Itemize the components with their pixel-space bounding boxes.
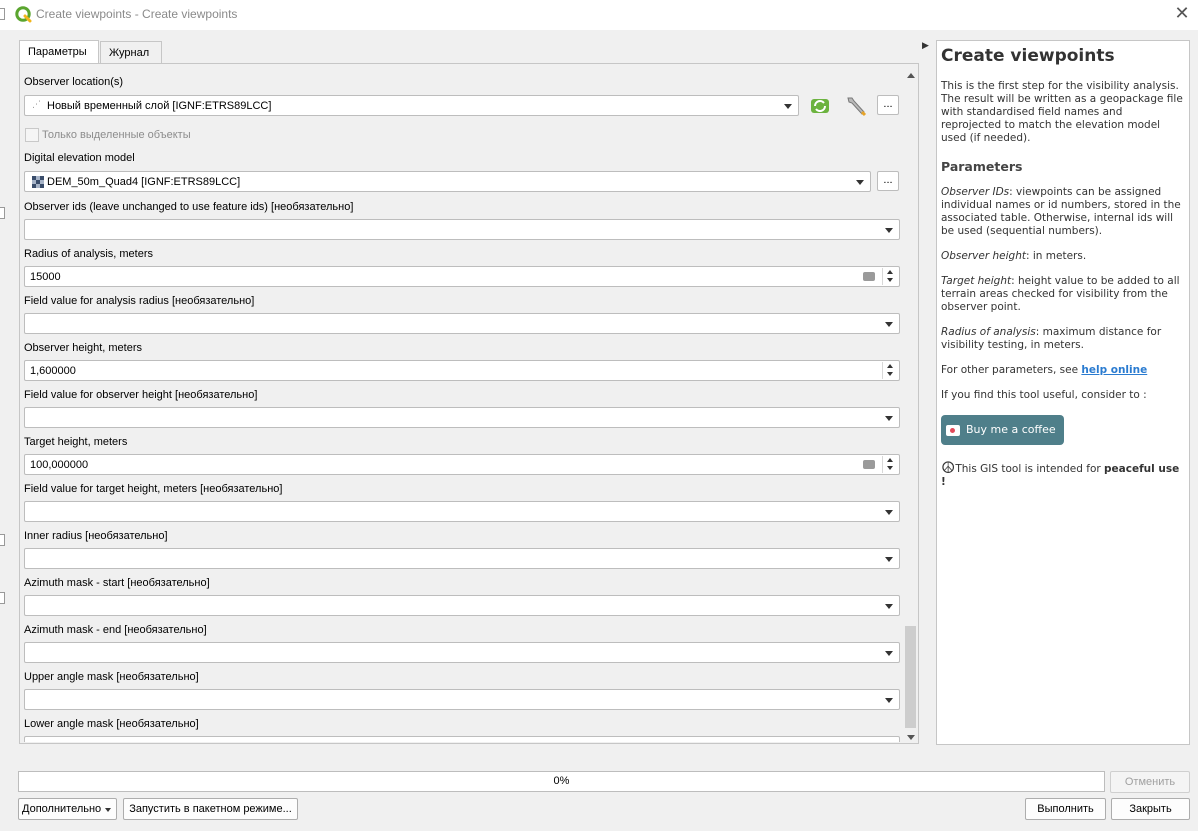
chevron-down-icon bbox=[885, 651, 893, 656]
target-height-spinbox[interactable]: 100,000000 bbox=[24, 454, 900, 475]
help-target-height: Target height: height value to be added … bbox=[941, 275, 1180, 313]
chevron-down-icon bbox=[885, 416, 893, 421]
observer-location-label: Observer location(s) bbox=[24, 76, 124, 88]
help-other: For other parameters, see help online bbox=[941, 364, 1148, 376]
observer-height-spinbox[interactable]: 1,600000 bbox=[24, 360, 900, 381]
spin-arrows-icon[interactable] bbox=[882, 268, 897, 285]
run-button[interactable]: Выполнить bbox=[1025, 798, 1106, 820]
azimuth-end-label: Azimuth mask - end [необязательно] bbox=[24, 624, 207, 636]
target-height-field-combo[interactable] bbox=[24, 501, 900, 522]
upper-angle-combo[interactable] bbox=[24, 689, 900, 710]
run-batch-button[interactable]: Запустить в пакетном режиме... bbox=[123, 798, 298, 820]
chevron-down-icon bbox=[856, 180, 864, 185]
dem-browse-button[interactable]: ... bbox=[877, 171, 899, 191]
coffee-cup-icon bbox=[946, 424, 960, 436]
chevron-down-icon bbox=[885, 322, 893, 327]
lower-angle-label: Lower angle mask [необязательно] bbox=[24, 718, 199, 730]
target-height-value: 100,000000 bbox=[30, 459, 89, 471]
tab-log[interactable]: Журнал bbox=[100, 41, 162, 63]
help-panel: Create viewpoints This is the first step… bbox=[936, 40, 1190, 745]
help-title: Create viewpoints bbox=[941, 46, 1115, 66]
help-observer-height: Observer height: in meters. bbox=[941, 250, 1087, 262]
chevron-down-icon bbox=[885, 604, 893, 609]
target-height-field-label: Field value for target height, meters [н… bbox=[24, 483, 283, 495]
point-layer-icon: ⋰ bbox=[32, 99, 41, 109]
dem-combo[interactable]: DEM_50m_Quad4 [IGNF:ETRS89LCC] bbox=[24, 171, 871, 192]
observer-location-combo[interactable]: ⋰ Новый временный слой [IGNF:ETRS89LCC] bbox=[24, 95, 799, 116]
advanced-button[interactable]: Дополнительно bbox=[18, 798, 117, 820]
azimuth-start-combo[interactable] bbox=[24, 595, 900, 616]
buy-coffee-button[interactable]: Buy me a coffee bbox=[941, 415, 1064, 445]
background-window-edge bbox=[0, 592, 5, 604]
title-bar: Create viewpoints - Create viewpoints ✕ bbox=[0, 0, 1198, 30]
spin-arrows-icon[interactable] bbox=[882, 362, 897, 379]
observer-height-label: Observer height, meters bbox=[24, 342, 142, 354]
help-useful: If you find this tool useful, consider t… bbox=[941, 389, 1147, 401]
dem-label: Digital elevation model bbox=[24, 152, 135, 164]
peace-icon: ☮ bbox=[941, 458, 956, 477]
selected-only-label: Только выделенные объекты bbox=[42, 129, 191, 141]
scroll-thumb[interactable] bbox=[905, 626, 916, 728]
observer-location-value: Новый временный слой [IGNF:ETRS89LCC] bbox=[47, 100, 272, 112]
cancel-button[interactable]: Отменить bbox=[1110, 771, 1190, 793]
radius-spinbox[interactable]: 15000 bbox=[24, 266, 900, 287]
azimuth-start-label: Azimuth mask - start [необязательно] bbox=[24, 577, 210, 589]
close-window-icon[interactable]: ✕ bbox=[1172, 3, 1192, 23]
chevron-down-icon bbox=[885, 510, 893, 515]
help-radius: Radius of analysis: maximum distance for… bbox=[941, 326, 1162, 351]
dem-value: DEM_50m_Quad4 [IGNF:ETRS89LCC] bbox=[47, 176, 241, 188]
azimuth-end-combo[interactable] bbox=[24, 642, 900, 663]
tab-parameters[interactable]: Параметры bbox=[19, 40, 99, 64]
observer-location-browse-button[interactable]: ... bbox=[877, 95, 899, 115]
background-window-edge bbox=[0, 8, 5, 20]
chevron-down-icon bbox=[885, 698, 893, 703]
scroll-up-icon[interactable] bbox=[907, 73, 915, 78]
observer-ids-label: Observer ids (leave unchanged to use fea… bbox=[24, 201, 354, 213]
observer-height-field-label: Field value for observer height [необяза… bbox=[24, 389, 258, 401]
background-window-edge bbox=[0, 207, 5, 219]
selected-only-checkbox[interactable] bbox=[25, 128, 39, 142]
upper-angle-label: Upper angle mask [необязательно] bbox=[24, 671, 199, 683]
radius-field-label: Field value for analysis radius [необяза… bbox=[24, 295, 255, 307]
observer-height-field-combo[interactable] bbox=[24, 407, 900, 428]
wrench-icon[interactable] bbox=[844, 95, 868, 117]
progress-bar: 0% bbox=[18, 771, 1105, 792]
inner-radius-label: Inner radius [необязательно] bbox=[24, 530, 168, 542]
radius-field-combo[interactable] bbox=[24, 313, 900, 334]
close-button[interactable]: Закрыть bbox=[1111, 798, 1190, 820]
chevron-down-icon bbox=[885, 557, 893, 562]
help-intro: This is the first step for the visibilit… bbox=[941, 80, 1183, 144]
window-title: Create viewpoints - Create viewpoints bbox=[36, 7, 238, 21]
background-window-edge bbox=[0, 534, 5, 546]
observer-ids-combo[interactable] bbox=[24, 219, 900, 240]
chevron-down-icon bbox=[784, 104, 792, 109]
iterate-features-icon[interactable] bbox=[809, 96, 831, 116]
dropdown-arrow-icon bbox=[105, 808, 111, 812]
peace-note: ☮This GIS tool is intended for peaceful … bbox=[941, 458, 1180, 489]
radius-label: Radius of analysis, meters bbox=[24, 248, 153, 260]
spin-arrows-icon[interactable] bbox=[882, 456, 897, 473]
radius-value: 15000 bbox=[30, 271, 61, 283]
clear-icon[interactable] bbox=[863, 460, 875, 469]
inner-radius-combo[interactable] bbox=[24, 548, 900, 569]
observer-height-value: 1,600000 bbox=[30, 365, 76, 377]
parameters-form: Observer location(s) ⋰ Новый временный с… bbox=[23, 70, 903, 742]
chevron-down-icon bbox=[885, 228, 893, 233]
collapse-help-icon[interactable]: ▶ bbox=[922, 40, 929, 51]
clear-icon[interactable] bbox=[863, 272, 875, 281]
scroll-down-icon[interactable] bbox=[907, 735, 915, 740]
qgis-logo-icon bbox=[15, 6, 32, 23]
help-params-heading: Parameters bbox=[941, 159, 1023, 174]
form-scrollbar[interactable] bbox=[904, 70, 918, 743]
help-online-link[interactable]: help online bbox=[1081, 364, 1147, 376]
lower-angle-combo[interactable] bbox=[24, 736, 900, 742]
target-height-label: Target height, meters bbox=[24, 436, 128, 448]
raster-layer-icon bbox=[32, 176, 44, 188]
help-observer-ids: Observer IDs: viewpoints can be assigned… bbox=[941, 186, 1181, 237]
